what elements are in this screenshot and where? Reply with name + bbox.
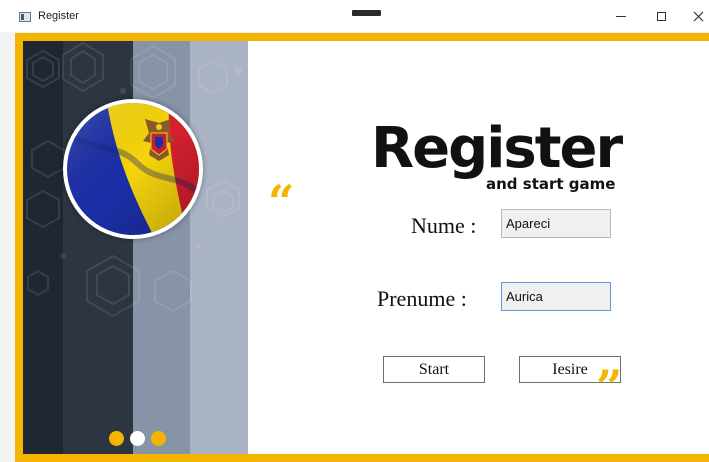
register-subheading: and start game	[486, 175, 616, 193]
flag-image	[67, 103, 199, 235]
minimize-button[interactable]	[607, 6, 635, 26]
maximize-button[interactable]	[647, 6, 675, 26]
close-quote-icon: ”	[596, 360, 623, 414]
close-button[interactable]	[684, 6, 709, 26]
open-quote-icon: “	[268, 175, 295, 229]
drag-handle[interactable]	[352, 10, 381, 16]
nume-label: Nume :	[411, 213, 477, 238]
carousel-dot[interactable]	[151, 431, 166, 446]
maximize-icon	[656, 11, 666, 21]
carousel-dot[interactable]	[109, 431, 124, 446]
moldova-flag-icon	[67, 103, 199, 235]
minimize-icon	[616, 15, 626, 17]
main-content: “ Register and start game Nume : Prenume…	[23, 41, 709, 454]
nume-input[interactable]	[501, 209, 611, 238]
window-title: Register	[38, 10, 79, 22]
flag-avatar	[63, 99, 203, 239]
register-heading: Register	[371, 116, 623, 181]
app-frame: “ Register and start game Nume : Prenume…	[15, 33, 709, 462]
side-panel	[23, 41, 248, 454]
prenume-input[interactable]	[501, 282, 611, 311]
start-button[interactable]: Start	[383, 356, 485, 383]
close-icon	[693, 11, 703, 21]
prenume-label: Prenume :	[377, 286, 467, 311]
app-window-icon	[19, 12, 31, 22]
title-bar: Register	[0, 0, 709, 32]
carousel-dot-active[interactable]	[130, 431, 145, 446]
